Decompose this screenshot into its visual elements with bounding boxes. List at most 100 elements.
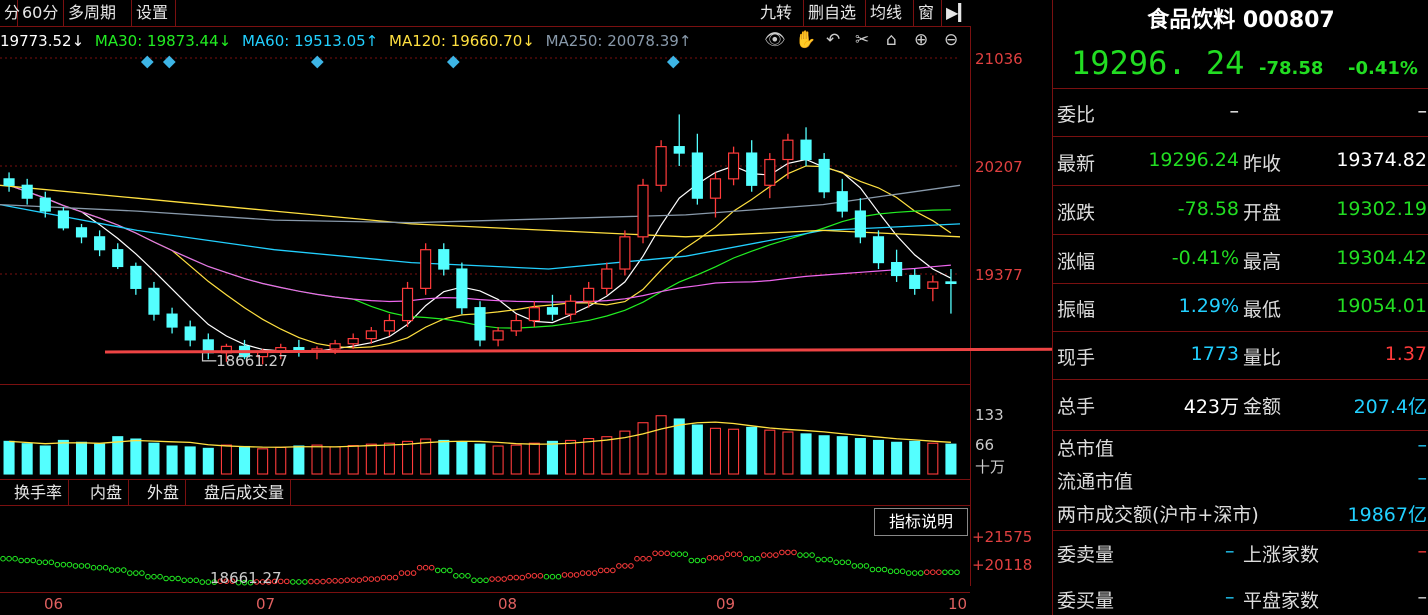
indicator-dot — [555, 573, 562, 580]
tab-outer-volume[interactable]: 外盘 — [141, 480, 187, 505]
volume-bar — [673, 418, 685, 475]
volume-bar — [311, 444, 323, 475]
indicator-dot — [688, 557, 695, 564]
indicator-dot — [314, 578, 320, 585]
hand-icon[interactable]: ✋ — [795, 30, 816, 50]
indicator-dot — [628, 563, 634, 569]
tab-multi-period[interactable]: 多周期 — [64, 0, 132, 26]
volume-bar — [456, 441, 468, 475]
undo-icon[interactable]: ↶ — [826, 30, 840, 50]
indicator-dot — [936, 569, 942, 576]
indicator-dot — [453, 573, 459, 579]
volume-bar — [546, 440, 558, 475]
indicator-dot — [754, 555, 761, 562]
volume-bar — [492, 445, 504, 475]
volume-bar — [39, 445, 51, 475]
quote-row: 振幅 1.29% 最低 19054.01 — [1053, 283, 1428, 331]
indicator-dot — [857, 563, 864, 569]
indicator-dot — [501, 576, 507, 582]
price-axis-label: 21036 — [975, 50, 1023, 68]
volume-bar — [728, 428, 740, 475]
sub-axis-label: +21575 — [972, 528, 1033, 546]
annotation-arrow — [104, 336, 1185, 362]
indicator-dot — [199, 579, 206, 585]
candle-body — [94, 236, 106, 251]
indicator-dot — [767, 552, 773, 558]
indicator-dot — [827, 556, 833, 563]
indicator-dot — [193, 577, 200, 584]
indicator-dot — [706, 554, 713, 561]
indicator-dot — [386, 574, 393, 581]
tab-settings[interactable]: 设置 — [132, 0, 176, 26]
quote-row: 最新 19296.24 昨收 19374.82 — [1053, 137, 1428, 185]
indicator-dot — [410, 570, 417, 576]
indicator-dot — [543, 573, 550, 580]
month-label: 07 — [256, 595, 276, 613]
indicator-dot — [6, 555, 12, 562]
price-axis-label: 19377 — [975, 266, 1023, 284]
indicator-dot — [893, 568, 900, 575]
indicator-dot — [296, 579, 302, 585]
lock-icon[interactable]: ⌂ — [886, 30, 897, 50]
candle-body — [854, 210, 866, 238]
indicator-dot — [724, 551, 731, 557]
indicator-dot — [290, 579, 296, 585]
indicator-chart[interactable] — [0, 540, 970, 590]
indicator-dot — [434, 567, 441, 574]
quote-label: 总手 — [1057, 396, 1096, 418]
volume-unit-label: 十万 — [975, 458, 1006, 476]
indicator-dot — [30, 557, 37, 564]
indicator-dot — [760, 552, 767, 558]
zoom-out-icon[interactable]: ⊖ — [944, 30, 958, 50]
indicator-dot — [700, 557, 707, 564]
quote-value: 19302.19 — [1336, 198, 1427, 220]
tab-remove-watchlist[interactable]: 删自选 — [804, 0, 866, 26]
indicator-dot — [96, 564, 103, 571]
ma-line — [0, 184, 961, 224]
indicator-dot — [573, 572, 580, 578]
volume-bar — [474, 443, 486, 475]
indicator-dot — [471, 577, 477, 584]
indicator-dot — [495, 576, 501, 582]
buy-qty-label: 委买量 — [1057, 590, 1115, 612]
indicator-help-button[interactable]: 指标说明 — [874, 508, 968, 536]
volume-chart[interactable] — [0, 408, 970, 476]
indicator-dot — [78, 563, 85, 569]
ma-legend-item: 19773.52↓ — [0, 32, 85, 50]
indicator-dot — [60, 561, 67, 568]
indicator-dot — [773, 552, 779, 558]
indicator-dot — [579, 570, 586, 576]
quote-label: 昨收 — [1243, 153, 1282, 175]
zoom-in-icon[interactable]: ⊕ — [914, 30, 928, 50]
tab-nine-turn[interactable]: 九转 — [756, 0, 804, 26]
tab-window[interactable]: 窗 — [914, 0, 942, 26]
eye-icon[interactable]: 👁 — [764, 30, 786, 50]
candle-body — [112, 249, 124, 268]
volume-axis-label: 66 — [975, 436, 995, 454]
tab-inner-volume[interactable]: 内盘 — [84, 480, 130, 505]
indicator-dot — [12, 555, 18, 562]
indicator-dot — [718, 554, 725, 561]
volume-bar — [909, 440, 921, 475]
candle-body — [601, 268, 613, 289]
indicator-dot — [440, 567, 447, 574]
indicator-dot — [302, 579, 308, 585]
tab-moving-average[interactable]: 均线 — [866, 0, 914, 26]
sell-qty-label: 委卖量 — [1057, 544, 1115, 566]
quote-value: -0.41% — [1171, 247, 1239, 269]
tab-after-hours-volume[interactable]: 盘后成交量 — [198, 480, 292, 505]
volume-bar — [148, 442, 160, 475]
volume-bar — [275, 446, 287, 475]
volume-bar — [782, 431, 794, 475]
indicator-dot — [954, 569, 960, 576]
collapse-arrow-icon[interactable]: ▶▎ — [942, 0, 971, 26]
tab-turnover-rate[interactable]: 换手率 — [8, 480, 70, 505]
candle-body — [619, 236, 631, 270]
scissors-icon[interactable]: ✂ — [855, 30, 869, 50]
indicator-dot — [465, 573, 471, 579]
indicator-dot — [24, 557, 30, 564]
indicator-dot — [84, 563, 91, 569]
indicator-dot — [283, 578, 290, 585]
tab-minute[interactable]: 分 — [0, 0, 20, 26]
tab-60min[interactable]: 60分 — [18, 0, 64, 26]
